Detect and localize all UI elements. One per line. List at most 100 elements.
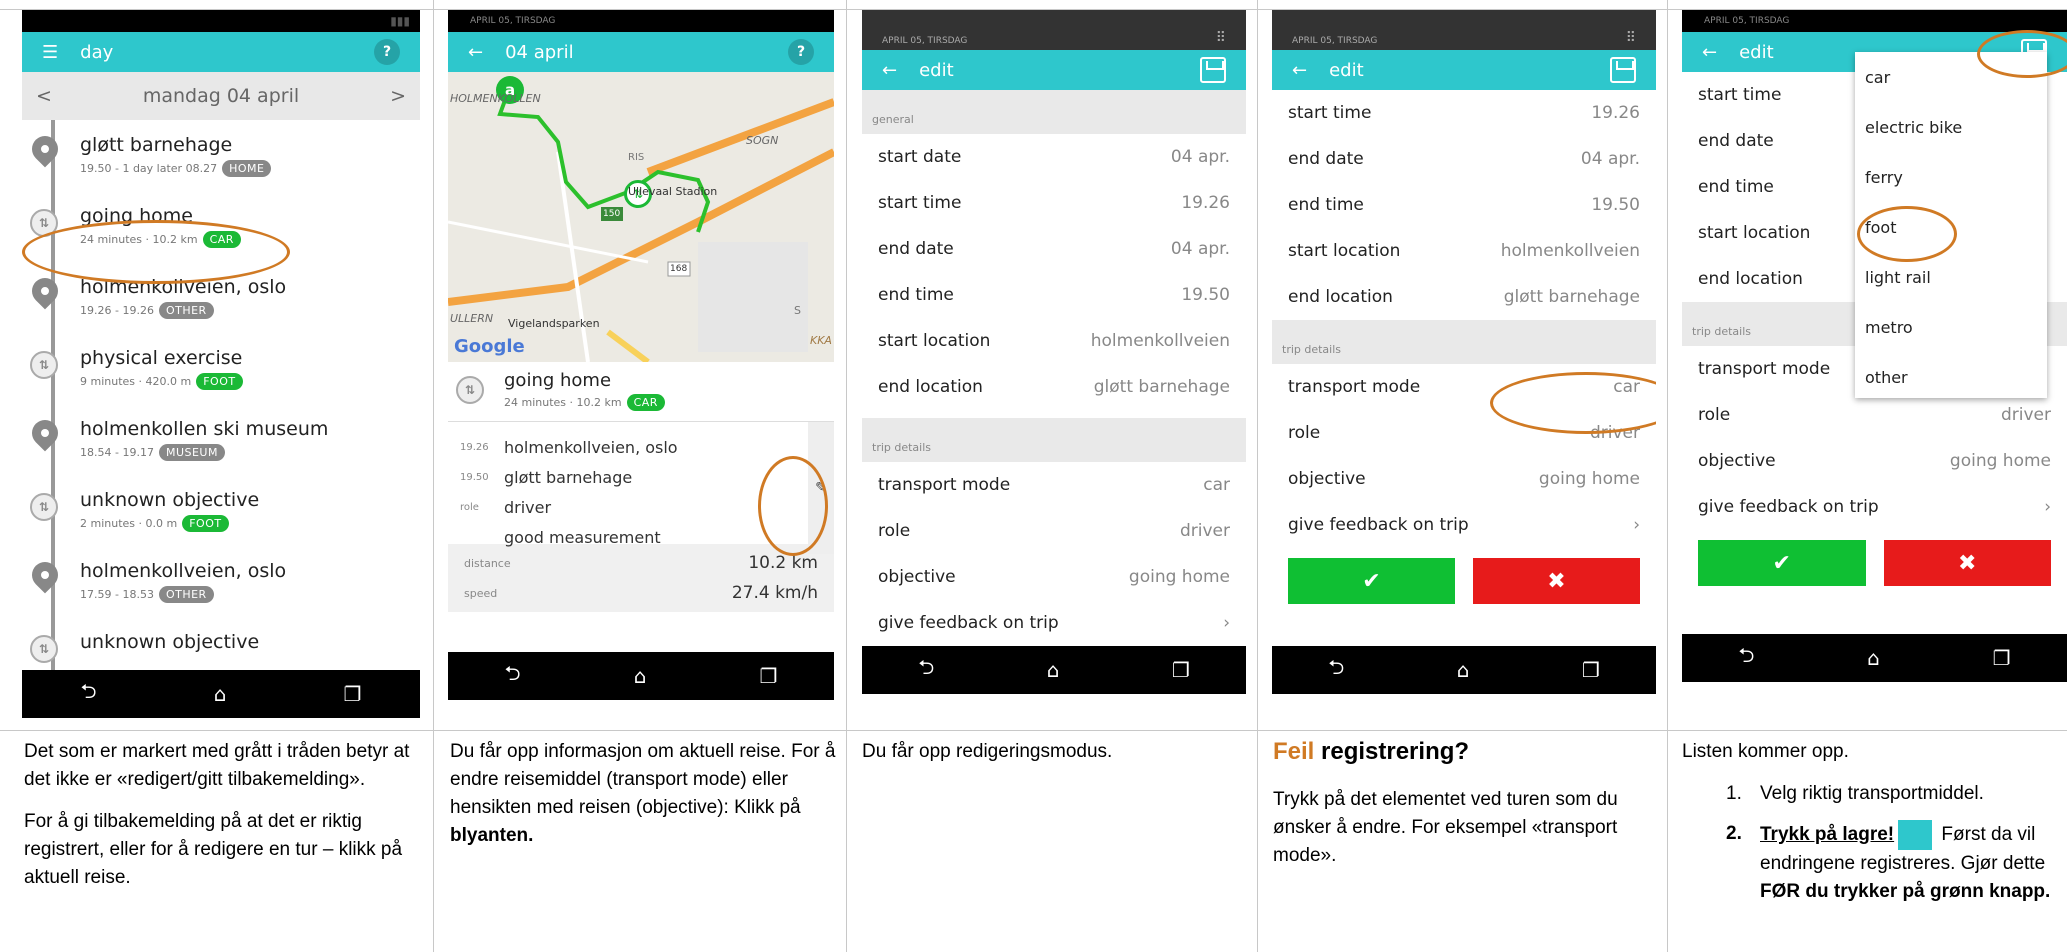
trip-summary[interactable]: ⇅ going home 24 minutes · 10.2 km CAR [448, 362, 834, 422]
edit-row[interactable]: give feedback on trip › [862, 600, 1246, 646]
back-icon[interactable]: ⮌ [918, 653, 934, 687]
instruction-text: Det som er markert med grått i tråden be… [24, 741, 410, 790]
back-icon[interactable]: ⮌ [1328, 653, 1344, 687]
section-header: general [862, 90, 1246, 134]
confirm-button[interactable]: ✔ [1288, 558, 1455, 604]
edit-row[interactable]: role driver [862, 508, 1246, 554]
row-value: 19.50 [1591, 195, 1640, 215]
menu-icon[interactable]: ☰ [42, 42, 58, 63]
cancel-button[interactable]: ✖ [1473, 558, 1640, 604]
stat-value: 10.2 km [748, 553, 818, 573]
row-label: end location [878, 377, 983, 397]
help-button[interactable]: ? [374, 39, 400, 65]
back-icon[interactable]: ⮌ [1738, 641, 1754, 675]
heading-text: registrering? [1314, 738, 1470, 765]
row-label: end date [878, 239, 954, 259]
edit-row[interactable]: end time 19.50 [1272, 182, 1656, 228]
recents-icon[interactable]: ❐ [1993, 646, 2011, 670]
save-icon[interactable] [1610, 57, 1636, 83]
row-label: role [1698, 405, 1731, 425]
item-name: gløtt barnehage [80, 134, 233, 156]
edit-row[interactable]: objective going home [1272, 456, 1656, 502]
back-arrow-icon[interactable]: ← [882, 60, 897, 81]
row-label: start time [1288, 103, 1372, 123]
edit-row[interactable]: give feedback on trip › [1682, 484, 2067, 530]
heading-accent: Feil [1273, 738, 1315, 765]
back-arrow-icon[interactable]: ← [1292, 60, 1307, 81]
option-electric-bike[interactable]: electric bike [1855, 102, 2047, 152]
row-label: start time [1698, 85, 1782, 105]
edit-row[interactable]: end date 04 apr. [862, 226, 1246, 272]
location-pin-icon [26, 272, 64, 310]
back-icon[interactable]: ⮌ [81, 677, 97, 711]
stat-value: 27.4 km/h [731, 583, 818, 603]
chevron-right-icon: › [2044, 497, 2051, 517]
row-label: role [1288, 423, 1321, 443]
row-value: driver [1179, 521, 1230, 541]
phone-edit-view: APRIL 05, TIRSDAG ⠿ ← edit general start … [862, 10, 1246, 694]
map-label: ULLERN [450, 312, 494, 325]
android-nav-bar: ⮌ ⌂ ❐ [22, 670, 420, 718]
edit-row[interactable]: give feedback on trip › [1272, 502, 1656, 548]
edit-row[interactable]: objective going home [862, 554, 1246, 600]
save-icon[interactable] [1200, 57, 1226, 83]
list-item[interactable]: gløtt barnehage 19.50 - 1 day later 08.27… [22, 126, 420, 197]
list-item[interactable]: ⇅ unknown objective 2 minutes · 0.0 m FOOT [22, 481, 420, 552]
edit-row[interactable]: objective going home [1682, 438, 2067, 484]
row-label: transport mode [1288, 377, 1421, 397]
row-label: start location [1288, 241, 1401, 261]
recents-icon[interactable]: ❐ [760, 664, 778, 688]
list-item[interactable]: ⇅ physical exercise 9 minutes · 420.0 m FOO… [22, 339, 420, 410]
row-label: give feedback on trip [1288, 515, 1469, 535]
edit-row[interactable]: start time 19.26 [862, 180, 1246, 226]
home-icon[interactable]: ⌂ [1867, 646, 1880, 670]
edit-row[interactable]: end date 04 apr. [1272, 136, 1656, 182]
android-nav-bar: ⮌ ⌂ ❐ [448, 652, 834, 700]
row-value: holmenkollveien [1090, 331, 1230, 351]
edit-row[interactable]: start date 04 apr. [862, 134, 1246, 180]
instruction-text: Du får opp informasjon om aktuell reise.… [450, 741, 836, 818]
edit-row[interactable]: end location gløtt barnehage [862, 364, 1246, 410]
edit-row[interactable]: end location gløtt barnehage [1272, 274, 1656, 320]
cancel-button[interactable]: ✖ [1883, 540, 2051, 586]
option-metro[interactable]: metro [1855, 302, 2047, 352]
edit-row[interactable]: start location holmenkollveien [1272, 228, 1656, 274]
recents-icon[interactable]: ❐ [1172, 658, 1190, 682]
recents-icon[interactable]: ❐ [1582, 658, 1600, 682]
highlight-oval [1857, 206, 1957, 262]
back-icon[interactable]: ⮌ [505, 659, 521, 693]
list-item[interactable]: holmenkollveien, oslo 17.59 - 18.53 OTHER [22, 552, 420, 623]
map-label: HOLMENKOLLEN [450, 92, 541, 105]
android-nav-bar: ⮌ ⌂ ❐ [1682, 634, 2067, 682]
row-value: going home [1128, 567, 1230, 587]
instruction-col-1: Det som er markert med grått i tråden be… [24, 738, 424, 906]
help-button[interactable]: ? [788, 39, 814, 65]
confirm-button[interactable]: ✔ [1698, 540, 1866, 586]
chevron-right-icon[interactable]: > [390, 85, 406, 107]
edit-row[interactable]: start location holmenkollveien [862, 318, 1246, 364]
row-value: going home [1949, 451, 2051, 471]
option-other[interactable]: other [1855, 352, 2047, 402]
back-arrow-icon[interactable]: ← [468, 42, 483, 63]
map-label: Ullevaal Stadion [628, 185, 718, 198]
back-arrow-icon[interactable]: ← [1702, 42, 1717, 63]
list-item[interactable]: holmenkollen ski museum 18.54 - 19.17 MUSE… [22, 410, 420, 481]
chevron-left-icon[interactable]: < [36, 85, 52, 107]
home-icon[interactable]: ⌂ [1457, 658, 1470, 682]
option-light-rail[interactable]: light rail [1855, 252, 2047, 302]
map-view[interactable]: a ⇅ HOLMENKOLLEN SOGN RIS Ullevaal Stadi… [448, 72, 834, 362]
save-icon [1898, 820, 1933, 850]
row-label: objective [1288, 469, 1366, 489]
home-icon[interactable]: ⌂ [634, 664, 647, 688]
edit-row[interactable]: transport mode car [862, 462, 1246, 508]
option-ferry[interactable]: ferry [1855, 152, 2047, 202]
home-icon[interactable]: ⌂ [214, 682, 227, 706]
instruction-bold: blyanten. [450, 825, 534, 846]
edit-row[interactable]: end time 19.50 [862, 272, 1246, 318]
recents-icon[interactable]: ❐ [344, 682, 362, 706]
row-value: 19.50 [1181, 285, 1230, 305]
date-navigator: < mandag 04 april > [22, 72, 420, 120]
home-icon[interactable]: ⌂ [1047, 658, 1060, 682]
edit-row[interactable]: start time 19.26 [1272, 90, 1656, 136]
instruction-bold: Trykk på lagre! [1760, 824, 1895, 846]
